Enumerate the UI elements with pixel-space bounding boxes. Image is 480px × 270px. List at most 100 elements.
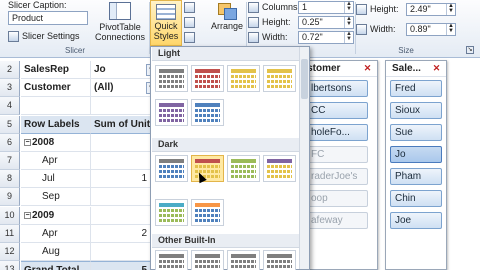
spinner-arrows-icon[interactable]: ▲ ▼ [446, 23, 455, 35]
cell-b4[interactable] [91, 97, 151, 116]
spinner-arrows-icon[interactable]: ▲ ▼ [344, 31, 353, 43]
collapse-icon[interactable]: − [24, 211, 31, 219]
row-header[interactable]: 6 [0, 133, 20, 152]
row-header[interactable]: 12 [0, 243, 20, 261]
style-swatch[interactable] [191, 65, 224, 92]
cell-a13[interactable]: Grand Total [21, 261, 91, 270]
cell-text: 2009 [32, 209, 55, 221]
cell-a6[interactable]: −2008 [21, 133, 91, 152]
cell-b7[interactable] [91, 152, 151, 170]
row-header[interactable]: 2 [0, 61, 20, 79]
customer-slicer-item[interactable]: holeFo... [306, 124, 368, 141]
collapse-icon[interactable]: − [24, 138, 31, 146]
cell-a11[interactable]: Apr [21, 224, 91, 243]
cell-b8[interactable]: 1 [91, 170, 151, 189]
row-header[interactable]: 4 [0, 97, 20, 116]
cell-b13[interactable]: 5 [91, 261, 151, 270]
row-header[interactable]: 8 [0, 170, 20, 189]
style-swatch[interactable] [191, 250, 224, 270]
row-header[interactable]: 11 [0, 224, 20, 243]
style-swatch[interactable] [227, 250, 260, 270]
customer-slicer-item[interactable]: oop [306, 190, 368, 207]
customer-slicer-item[interactable]: raderJoe's [306, 168, 368, 185]
salesrep-slicer-item[interactable]: Joe [390, 212, 442, 229]
quick-styles-label: Quick Styles [153, 21, 179, 41]
slicer-caption-input[interactable]: Product [8, 11, 88, 25]
swatch-bar [159, 254, 184, 258]
button-height-spinner[interactable]: 0.25" ▲ ▼ [298, 16, 354, 29]
customer-slicer-item[interactable]: FC [306, 146, 368, 163]
style-swatch[interactable] [155, 199, 188, 226]
spinner-arrows-icon[interactable]: ▲ ▼ [344, 1, 353, 13]
row-header[interactable]: 3 [0, 79, 20, 98]
customer-slicer-item[interactable]: lbertsons [306, 80, 368, 97]
row-header[interactable]: 5 [0, 115, 20, 134]
cell-text: Customer [24, 82, 71, 94]
cell-a2[interactable]: SalesRep [21, 61, 91, 79]
style-swatch[interactable] [263, 65, 296, 92]
gallery-scrollbar[interactable] [299, 47, 309, 269]
row-header[interactable]: 10 [0, 206, 20, 225]
cell-b5[interactable]: Sum of Units [91, 115, 151, 134]
row-header[interactable]: 9 [0, 188, 20, 207]
style-swatch[interactable] [263, 155, 296, 182]
cell-a10[interactable]: −2009 [21, 206, 91, 225]
scrollbar-thumb[interactable] [301, 59, 308, 99]
button-width-spinner[interactable]: 0.72" ▲ ▼ [298, 31, 354, 44]
swatch-bar [231, 69, 256, 73]
cell-a8[interactable]: Jul [21, 170, 91, 189]
cell-b6[interactable] [91, 133, 151, 152]
cell-a4[interactable] [21, 97, 91, 116]
swatch-bar [195, 219, 220, 222]
style-swatch[interactable] [263, 250, 296, 270]
dialog-launcher-icon[interactable]: ↘ [466, 46, 474, 54]
cell-b3[interactable]: (All) [91, 79, 151, 98]
spinner-arrows-icon[interactable]: ▲ ▼ [446, 3, 455, 15]
pivottable-connections-button[interactable]: PivotTable Connections [92, 2, 148, 46]
columns-spinner[interactable]: 1 ▲ ▼ [298, 1, 354, 14]
size-width-spinner[interactable]: 0.89" ▲ ▼ [406, 23, 456, 36]
slicer-settings-button[interactable]: Slicer Settings [8, 29, 80, 43]
cell-b11[interactable]: 2 [91, 224, 151, 243]
arrange-button[interactable]: Arrange [210, 0, 244, 46]
style-swatch[interactable] [191, 155, 224, 182]
bring-forward-icon[interactable] [184, 2, 195, 13]
customer-slicer-item[interactable]: CC [306, 102, 368, 119]
salesrep-slicer-item[interactable]: Fred [390, 80, 442, 97]
cell-a7[interactable]: Apr [21, 152, 91, 170]
selection-pane-icon[interactable] [184, 32, 195, 43]
style-swatch[interactable] [155, 65, 188, 92]
salesrep-slicer-item[interactable]: Pham [390, 168, 442, 185]
style-swatch[interactable] [227, 155, 260, 182]
gallery-section-light: Light [152, 47, 308, 61]
style-swatch[interactable] [227, 65, 260, 92]
clear-filter-icon[interactable]: ✕ [362, 63, 373, 74]
cell-a9[interactable]: Sep [21, 188, 91, 207]
cell-a3[interactable]: Customer [21, 79, 91, 98]
send-backward-icon[interactable] [184, 17, 195, 28]
cell-a5[interactable]: Row Labels [21, 115, 91, 134]
salesrep-slicer-item[interactable]: Sioux [390, 102, 442, 119]
salesrep-slicer-item[interactable]: Jo [390, 146, 442, 163]
quick-styles-button[interactable]: Quick Styles [150, 0, 182, 46]
cell-a12[interactable]: Aug [21, 243, 91, 261]
salesrep-slicer-header: Sale... ✕ [386, 61, 446, 77]
swatch-bar [159, 165, 184, 168]
cell-b10[interactable] [91, 206, 151, 225]
row-header[interactable]: 13 [0, 261, 20, 270]
size-height-spinner[interactable]: 2.49" ▲ ▼ [406, 3, 456, 16]
row-header[interactable]: 7 [0, 152, 20, 170]
customer-slicer-item[interactable]: afeway [306, 212, 368, 229]
salesrep-slicer-item[interactable]: Sue [390, 124, 442, 141]
style-swatch[interactable] [155, 99, 188, 126]
style-swatch[interactable] [191, 99, 224, 126]
spinner-arrows-icon[interactable]: ▲ ▼ [344, 16, 353, 28]
clear-filter-icon[interactable]: ✕ [431, 63, 442, 74]
cell-b9[interactable] [91, 188, 151, 207]
style-swatch[interactable] [155, 250, 188, 270]
style-swatch[interactable] [191, 199, 224, 226]
style-swatch[interactable] [155, 155, 188, 182]
salesrep-slicer-item[interactable]: Chin [390, 190, 442, 207]
cell-b12[interactable] [91, 243, 151, 261]
cell-b2[interactable]: Jo [91, 61, 151, 79]
